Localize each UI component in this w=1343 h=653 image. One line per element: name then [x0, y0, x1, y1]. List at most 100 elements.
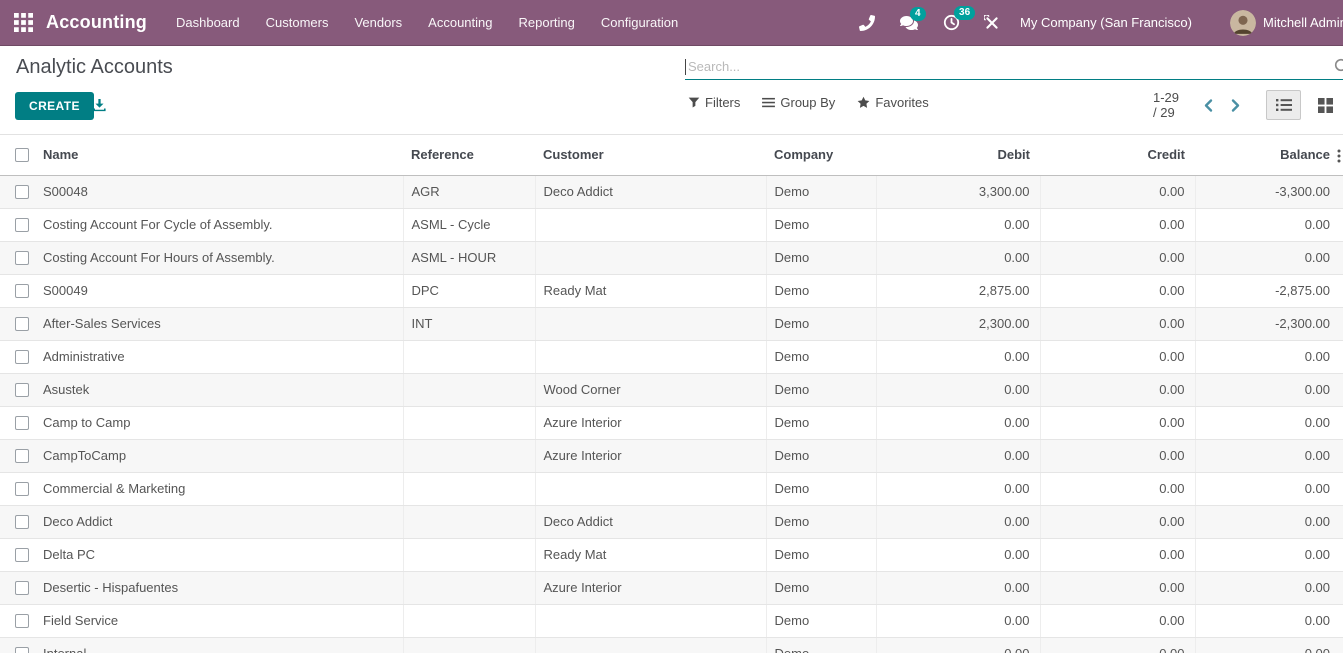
pager: 1-29 / 29 — [1153, 90, 1343, 120]
table-row[interactable]: S00049 DPC Ready Mat Demo 2,875.00 0.00 … — [0, 274, 1343, 307]
apps-grid-icon[interactable] — [14, 13, 33, 32]
column-header-debit[interactable]: Debit — [876, 135, 1040, 175]
row-checkbox[interactable] — [15, 284, 29, 298]
cell-name: Asustek — [40, 373, 403, 406]
messages-icon[interactable]: 4 — [899, 15, 919, 31]
row-checkbox[interactable] — [15, 515, 29, 529]
cell-customer: Azure Interior — [535, 439, 766, 472]
cell-name: Delta PC — [40, 538, 403, 571]
cell-name: Commercial & Marketing — [40, 472, 403, 505]
select-all-checkbox[interactable] — [15, 148, 29, 162]
row-checkbox[interactable] — [15, 581, 29, 595]
pager-previous-button[interactable] — [1202, 98, 1214, 113]
search-icon[interactable] — [1334, 58, 1343, 80]
cell-balance: 0.00 — [1195, 571, 1343, 604]
row-checkbox[interactable] — [15, 416, 29, 430]
cell-reference — [403, 340, 535, 373]
cell-debit: 0.00 — [876, 439, 1040, 472]
column-header-credit[interactable]: Credit — [1040, 135, 1195, 175]
row-checkbox[interactable] — [15, 647, 29, 653]
row-checkbox[interactable] — [15, 383, 29, 397]
table-row[interactable]: Camp to Camp Azure Interior Demo 0.00 0.… — [0, 406, 1343, 439]
column-header-company[interactable]: Company — [766, 135, 876, 175]
cell-credit: 0.00 — [1040, 439, 1195, 472]
column-header-customer[interactable]: Customer — [535, 135, 766, 175]
cell-customer — [535, 307, 766, 340]
menu-vendors[interactable]: Vendors — [341, 0, 415, 45]
messages-badge: 4 — [910, 7, 926, 21]
row-checkbox[interactable] — [15, 218, 29, 232]
row-checkbox[interactable] — [15, 548, 29, 562]
table-row[interactable]: Field Service Demo 0.00 0.00 0.00 — [0, 604, 1343, 637]
cell-balance: 0.00 — [1195, 538, 1343, 571]
menu-dashboard[interactable]: Dashboard — [163, 0, 253, 45]
table-row[interactable]: Internal Demo 0.00 0.00 0.00 — [0, 637, 1343, 653]
cell-name: Administrative — [40, 340, 403, 373]
cell-reference: ASML - HOUR — [403, 241, 535, 274]
table-row[interactable]: Administrative Demo 0.00 0.00 0.00 — [0, 340, 1343, 373]
table-row[interactable]: Delta PC Ready Mat Demo 0.00 0.00 0.00 — [0, 538, 1343, 571]
row-checkbox[interactable] — [15, 449, 29, 463]
cell-name: Field Service — [40, 604, 403, 637]
cell-customer — [535, 241, 766, 274]
favorites-button[interactable]: Favorites — [857, 95, 928, 110]
user-menu[interactable]: Mitchell Admin — [1230, 10, 1343, 36]
pager-next-button[interactable] — [1230, 98, 1242, 113]
row-checkbox[interactable] — [15, 251, 29, 265]
activities-icon[interactable]: 36 — [943, 14, 960, 31]
search-input[interactable]: Search... — [685, 54, 1343, 80]
table-row[interactable]: Commercial & Marketing Demo 0.00 0.00 0.… — [0, 472, 1343, 505]
table-row[interactable]: CampToCamp Azure Interior Demo 0.00 0.00… — [0, 439, 1343, 472]
cell-debit: 2,300.00 — [876, 307, 1040, 340]
menu-configuration[interactable]: Configuration — [588, 0, 691, 45]
row-checkbox[interactable] — [15, 482, 29, 496]
row-checkbox-cell — [0, 637, 40, 653]
cell-company: Demo — [766, 505, 876, 538]
tools-icon[interactable] — [984, 15, 1000, 31]
filters-button[interactable]: Filters — [688, 95, 740, 110]
table-row[interactable]: Desertic - Hispafuentes Azure Interior D… — [0, 571, 1343, 604]
systray: 4 36 — [859, 14, 1000, 31]
cell-credit: 0.00 — [1040, 175, 1195, 208]
cell-reference — [403, 439, 535, 472]
export-icon[interactable] — [92, 98, 107, 118]
cell-balance: 0.00 — [1195, 373, 1343, 406]
row-checkbox-cell — [0, 175, 40, 208]
row-checkbox[interactable] — [15, 350, 29, 364]
column-header-reference[interactable]: Reference — [403, 135, 535, 175]
cell-customer: Deco Addict — [535, 505, 766, 538]
kanban-view-button[interactable] — [1308, 90, 1343, 120]
phone-icon[interactable] — [859, 15, 875, 31]
chevron-left-icon — [1202, 98, 1214, 113]
row-checkbox[interactable] — [15, 185, 29, 199]
list-view-button[interactable] — [1266, 90, 1301, 120]
group-by-button[interactable]: Group By — [762, 95, 835, 110]
cell-customer — [535, 340, 766, 373]
cell-customer — [535, 637, 766, 653]
table-row[interactable]: Deco Addict Deco Addict Demo 0.00 0.00 0… — [0, 505, 1343, 538]
row-checkbox[interactable] — [15, 614, 29, 628]
table-row[interactable]: Costing Account For Hours of Assembly. A… — [0, 241, 1343, 274]
menu-accounting[interactable]: Accounting — [415, 0, 505, 45]
activities-badge: 36 — [954, 6, 975, 20]
row-checkbox-cell — [0, 274, 40, 307]
table-row[interactable]: Asustek Wood Corner Demo 0.00 0.00 0.00 — [0, 373, 1343, 406]
menu-customers[interactable]: Customers — [253, 0, 342, 45]
column-header-name[interactable]: Name — [40, 135, 403, 175]
row-checkbox[interactable] — [15, 317, 29, 331]
avatar — [1230, 10, 1256, 36]
optional-columns-icon[interactable] — [1337, 149, 1341, 166]
cell-reference — [403, 406, 535, 439]
company-switcher[interactable]: My Company (San Francisco) — [1020, 15, 1192, 30]
cell-company: Demo — [766, 307, 876, 340]
cell-credit: 0.00 — [1040, 472, 1195, 505]
column-header-balance[interactable]: Balance — [1195, 135, 1343, 175]
menu-reporting[interactable]: Reporting — [506, 0, 588, 45]
table-row[interactable]: S00048 AGR Deco Addict Demo 3,300.00 0.0… — [0, 175, 1343, 208]
select-all-cell — [0, 135, 40, 175]
table-row[interactable]: After-Sales Services INT Demo 2,300.00 0… — [0, 307, 1343, 340]
cell-company: Demo — [766, 274, 876, 307]
cell-credit: 0.00 — [1040, 241, 1195, 274]
create-button[interactable]: CREATE — [15, 92, 94, 120]
table-row[interactable]: Costing Account For Cycle of Assembly. A… — [0, 208, 1343, 241]
